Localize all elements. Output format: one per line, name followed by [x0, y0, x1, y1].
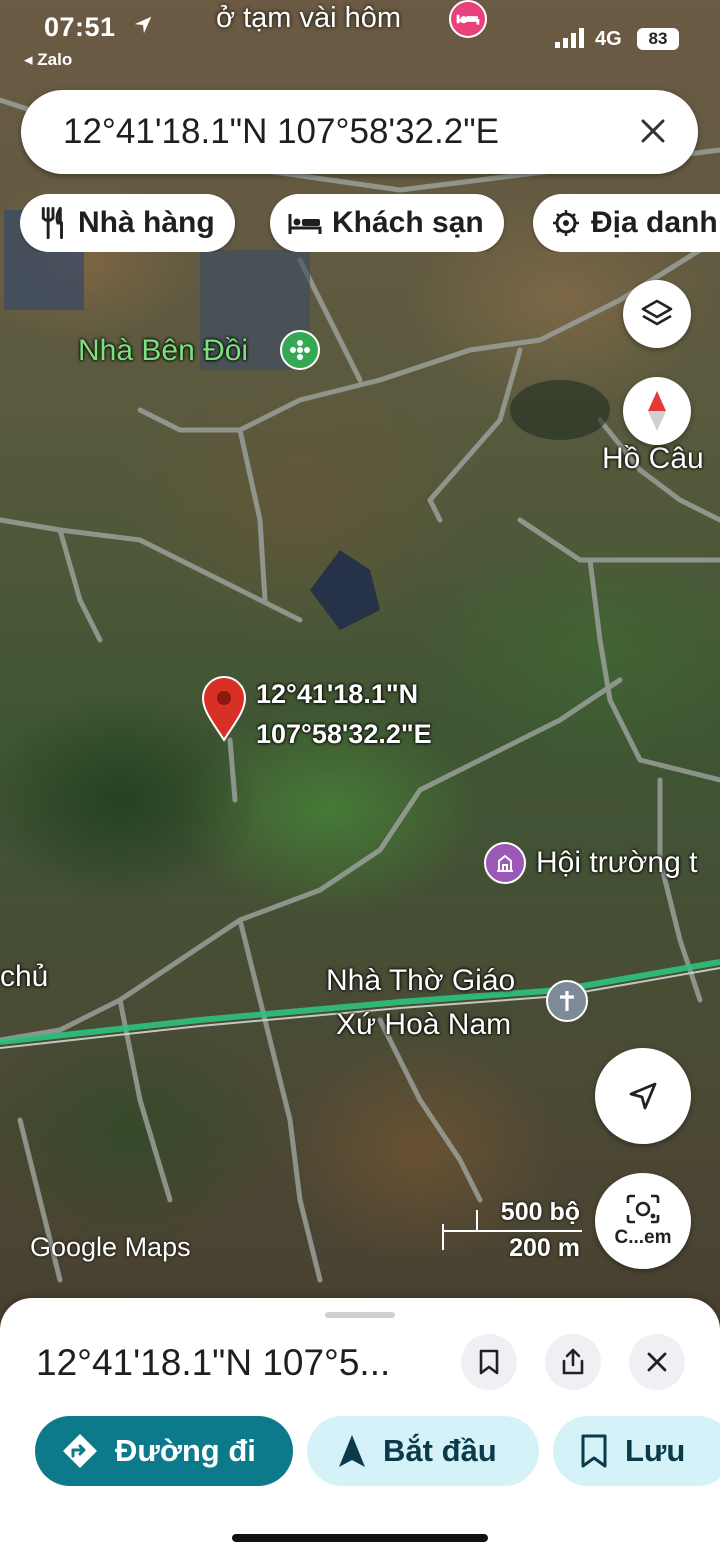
- status-time: 07:51: [44, 12, 116, 42]
- park-poi-icon[interactable]: [280, 330, 320, 370]
- map-place-label[interactable]: chủ: [0, 960, 48, 994]
- home-indicator[interactable]: [232, 1534, 488, 1542]
- bookmark-icon: [479, 1349, 499, 1375]
- map-place-label[interactable]: Xứ Hoà Nam: [336, 1008, 511, 1042]
- restaurant-icon: [41, 206, 63, 240]
- place-bottom-sheet[interactable]: 12°41'18.1"N 107°5... Đường đi Bắt đầu L…: [0, 1298, 720, 1559]
- bookmark-icon: [581, 1434, 607, 1468]
- compass-button[interactable]: [623, 377, 691, 445]
- building-poi-icon[interactable]: [484, 842, 526, 884]
- back-to-app-link[interactable]: ◂ Zalo: [24, 50, 72, 70]
- map-place-label[interactable]: Nhà Thờ Giáo: [326, 964, 515, 998]
- chip-hotels[interactable]: Khách sạn: [270, 194, 504, 252]
- hotel-pin-icon[interactable]: [449, 0, 487, 38]
- directions-label: Đường đi: [115, 1433, 256, 1468]
- search-input[interactable]: 12°41'18.1"N 107°58'32.2"E: [63, 112, 499, 152]
- landmark-icon: [553, 210, 579, 236]
- search-bar[interactable]: 12°41'18.1"N 107°58'32.2"E: [21, 90, 698, 174]
- camera-lens-icon: [626, 1194, 660, 1224]
- share-icon: [562, 1348, 584, 1375]
- chip-label: Khách sạn: [332, 206, 484, 239]
- church-poi-icon[interactable]: [546, 980, 588, 1022]
- navigation-icon: [339, 1435, 365, 1467]
- save-label: Lưu: [625, 1433, 686, 1468]
- scale-metric: 200 m: [509, 1234, 580, 1262]
- chip-landmarks[interactable]: Địa danh: [533, 194, 720, 252]
- google-maps-watermark: Google Maps: [30, 1232, 191, 1262]
- close-icon: [647, 1352, 667, 1372]
- place-title: 12°41'18.1"N 107°5...: [36, 1342, 391, 1383]
- category-chips: Nhà hàng Khách sạn Địa danh: [20, 194, 720, 252]
- chip-restaurants[interactable]: Nhà hàng: [20, 194, 235, 252]
- bookmark-button[interactable]: [461, 1334, 517, 1390]
- my-location-button[interactable]: [595, 1048, 691, 1144]
- chip-label: Địa danh: [591, 206, 718, 239]
- map-place-label[interactable]: Hội trường t: [536, 846, 697, 880]
- start-navigation-button[interactable]: Bắt đầu: [307, 1416, 539, 1486]
- map-place-label[interactable]: Hồ Câu: [602, 442, 704, 476]
- location-arrow-icon: [134, 16, 152, 34]
- layers-icon: [641, 299, 673, 326]
- map-place-label-top[interactable]: ở tạm vài hôm: [216, 2, 401, 35]
- close-sheet-button[interactable]: [629, 1334, 685, 1390]
- network-type: 4G: [595, 28, 622, 50]
- directions-icon: [63, 1434, 97, 1468]
- share-button[interactable]: [545, 1334, 601, 1390]
- hotel-icon: [288, 214, 322, 234]
- drag-handle[interactable]: [325, 1312, 395, 1318]
- status-bar: 07:51 ◂ Zalo ở tạm vài hôm 4G 83: [0, 0, 720, 80]
- dropped-pin-label: 12°41'18.1"N 107°58'32.2"E: [256, 674, 432, 754]
- scale-imperial: 500 bộ: [500, 1198, 580, 1226]
- pin-latitude: 12°41'18.1"N: [256, 679, 419, 709]
- navigation-arrow-icon: [629, 1082, 657, 1110]
- dropped-pin-icon[interactable]: [201, 676, 247, 742]
- directions-button[interactable]: Đường đi: [35, 1416, 293, 1486]
- pin-longitude: 107°58'32.2"E: [256, 719, 432, 749]
- close-icon[interactable]: [630, 108, 676, 154]
- layers-button[interactable]: [623, 280, 691, 348]
- signal-icon: [555, 28, 584, 48]
- lens-button-label: C...em: [614, 1227, 672, 1248]
- compass-icon: [648, 391, 666, 431]
- start-label: Bắt đầu: [383, 1433, 497, 1468]
- lens-button[interactable]: C...em: [595, 1173, 691, 1269]
- save-button[interactable]: Lưu: [553, 1416, 720, 1486]
- map-scale: 500 bộ 200 m: [442, 1196, 582, 1270]
- chip-label: Nhà hàng: [78, 206, 215, 239]
- map-place-label[interactable]: Nhà Bên Đồi: [78, 334, 248, 368]
- battery-indicator: 83: [637, 28, 679, 50]
